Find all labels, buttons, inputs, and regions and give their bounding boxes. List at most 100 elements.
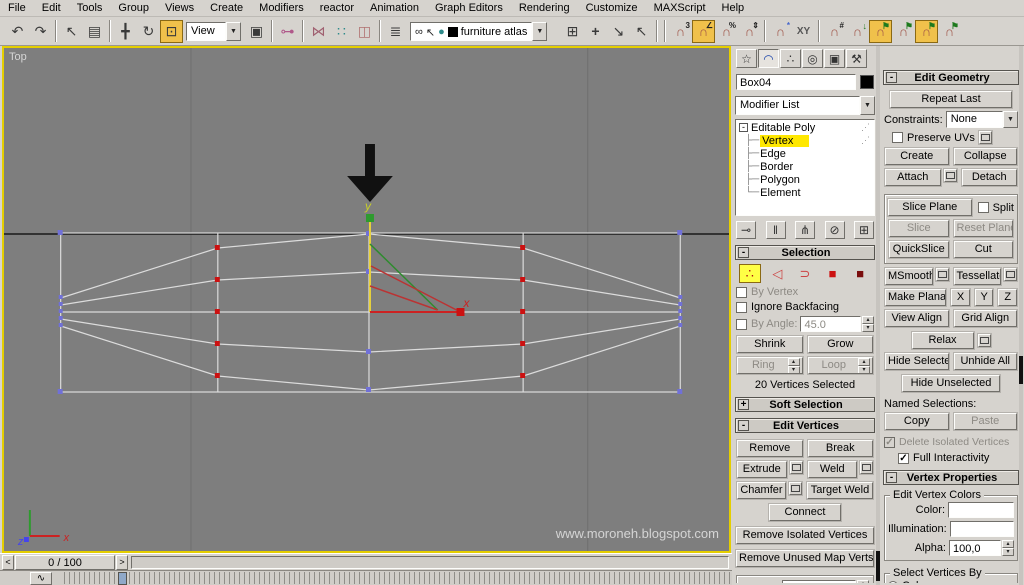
attach-button[interactable]: Attach [885,169,941,186]
menu-rendering[interactable]: Rendering [511,1,578,15]
remove-modifier-button[interactable]: ⊘ [825,221,845,239]
select-move-button[interactable]: ╋ [114,20,137,43]
select-by-name-button[interactable]: ▤ [83,20,106,43]
add-selection-to-layer-button[interactable]: + [584,20,607,43]
weld-button[interactable]: Weld [808,461,858,478]
spin-up-icon[interactable]: ▴ [788,358,800,366]
right-column-scrollbar[interactable] [1019,46,1023,585]
weight-spinner[interactable]: ▴▾ [857,580,869,583]
modifier-stack[interactable]: - Editable Poly ⋰ ├─ Vertex ⋰ ├─ Edge ├─… [735,119,875,216]
weld-settings-button[interactable] [860,461,873,474]
make-planar-button[interactable]: Make Planar [885,289,946,306]
spin-down-icon[interactable]: ▾ [1002,548,1014,556]
vertex-subobject-button[interactable]: ∴ [739,264,761,283]
viewport-label[interactable]: Top [9,51,27,63]
spin-up-icon[interactable]: ▴ [858,358,870,366]
stack-row-polygon[interactable]: ├─ Polygon [736,173,874,186]
extrude-settings-button[interactable] [790,461,803,474]
spin-up-icon[interactable]: ▴ [862,316,874,324]
current-frame-marker[interactable] [118,572,127,585]
tab-hierarchy[interactable]: ∴ [780,49,801,68]
reset-plane-button[interactable]: Reset Plane [954,220,1014,237]
chevron-down-icon[interactable]: ▼ [860,96,875,115]
delete-isolated-vertices-checkbox[interactable]: ✓ [884,437,895,448]
selection-rollout-header[interactable]: - Selection [735,245,875,260]
snap-grid-points-button[interactable]: ∩# [823,20,846,43]
align-button[interactable]: ◫ [353,20,376,43]
preserve-uvs-settings-button[interactable] [979,131,992,144]
shrink-button[interactable]: Shrink [737,336,803,353]
spin-down-icon[interactable]: ▾ [858,366,870,374]
snap-pivot-button[interactable]: ∩↓ [846,20,869,43]
gizmo-plane-handle[interactable] [371,266,457,310]
hide-selected-button[interactable]: Hide Selected [885,353,949,370]
chevron-down-icon[interactable]: ▼ [226,22,241,41]
gizmo-y-handle[interactable] [366,214,374,222]
menu-group[interactable]: Group [110,1,157,15]
previous-frame-button[interactable]: < [2,555,14,570]
connect-button[interactable]: Connect [769,504,841,521]
split-checkbox[interactable] [978,202,989,213]
chamfer-button[interactable]: Chamfer [737,482,786,499]
snap-edge-button[interactable]: ∩⚑ [915,20,938,43]
tab-utilities[interactable]: ⚒ [846,49,867,68]
spin-up-icon[interactable]: ▴ [857,580,869,583]
element-subobject-button[interactable]: ■ [849,264,871,283]
ignore-backfacing-checkbox[interactable] [736,302,747,313]
unhide-all-button[interactable]: Unhide All [954,353,1018,370]
select-manipulate-button[interactable]: ⊶ [276,20,299,43]
vertex-color-swatch[interactable] [948,502,1014,518]
scale-gizmo[interactable]: y x [364,199,470,316]
tab-motion[interactable]: ◎ [802,49,823,68]
object-name-field[interactable]: Box04 [736,74,856,90]
menu-help[interactable]: Help [714,1,753,15]
loop-button[interactable]: Loop▴▾ [808,357,874,374]
soft-selection-rollout-header[interactable]: + Soft Selection [735,397,875,412]
layer-dropdown[interactable]: ∞ ↖ ● furniture atlas ▼ [410,22,558,41]
target-weld-button[interactable]: Target Weld [807,482,873,499]
select-by-color-radio[interactable] [888,581,898,583]
loop-spinner[interactable]: ▴▾ [858,358,870,372]
stack-row-editable-poly[interactable]: - Editable Poly ⋰ [736,121,874,134]
quickslice-button[interactable]: QuickSlice [889,241,949,258]
snap-frozen-button[interactable]: ∩* [769,20,792,43]
open-mini-curve-editor-button[interactable]: ∿ [30,572,52,585]
stack-row-border[interactable]: ├─ Border [736,160,874,173]
object-color-swatch[interactable] [860,75,874,89]
scrollbar-thumb[interactable] [1019,356,1023,384]
collapse-expander-icon[interactable]: - [739,123,748,132]
tessellate-button[interactable]: Tessellate [954,268,1002,285]
stack-row-vertex[interactable]: ├─ Vertex ⋰ [736,134,874,147]
angle-snap-toggle-button[interactable]: ∩∠ [692,20,715,43]
track-bar[interactable]: ∿ [0,570,732,585]
menu-maxscript[interactable]: MAXScript [646,1,714,15]
layer-manager-button[interactable]: ≣ [384,20,407,43]
cut-button[interactable]: Cut [954,241,1014,258]
next-frame-button[interactable]: > [116,555,128,570]
spin-up-icon[interactable]: ▴ [1002,540,1014,548]
break-button[interactable]: Break [808,440,874,457]
by-vertex-checkbox[interactable] [736,287,747,298]
collapse-button[interactable]: Collapse [954,148,1018,165]
menu-create[interactable]: Create [202,1,251,15]
menu-customize[interactable]: Customize [578,1,646,15]
attach-settings-button[interactable] [944,169,957,182]
menu-edit[interactable]: Edit [34,1,69,15]
pin-stack-button[interactable]: ⊸ [736,221,756,239]
menu-modifiers[interactable]: Modifiers [251,1,312,15]
spin-down-icon[interactable]: ▾ [862,324,874,332]
by-angle-spinner[interactable]: ▴▾ [862,316,874,332]
select-rotate-button[interactable]: ↻ [137,20,160,43]
relax-button[interactable]: Relax [912,332,974,349]
set-current-layer-button[interactable]: ↖ [630,20,653,43]
alpha-field[interactable]: 100,0 [949,540,1001,556]
snap-endpoint-button[interactable]: ∩⚑ [892,20,915,43]
edit-vertices-rollout-header[interactable]: - Edit Vertices [735,418,875,433]
hide-unselected-button[interactable]: Hide Unselected [902,375,1000,392]
msmooth-button[interactable]: MSmooth [885,268,933,285]
redo-button[interactable]: ↷ [29,20,52,43]
select-objects-in-layer-button[interactable]: ↘ [607,20,630,43]
chevron-down-icon[interactable]: ▼ [532,22,547,41]
create-new-layer-button[interactable]: ⊞ [561,20,584,43]
percent-snap-toggle-button[interactable]: ∩% [715,20,738,43]
